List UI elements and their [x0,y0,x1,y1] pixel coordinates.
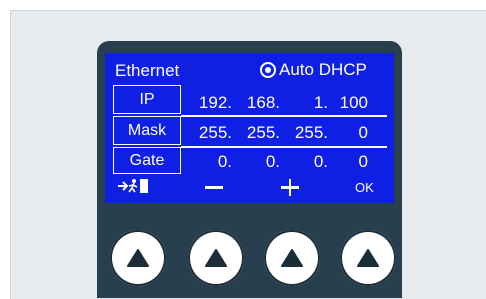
up-triangle-icon [281,249,303,267]
up-triangle-icon [205,249,227,267]
gate-label: Gate [129,151,165,169]
octet: 1. [313,93,328,112]
octet: 0. [217,152,232,171]
ip-value-row[interactable]: 192. 168. 1. 100 [195,93,380,113]
octet: 0. [313,152,328,171]
radio-selected-icon [260,61,276,78]
softkey-button-4[interactable] [340,230,396,286]
exit-icon [118,179,148,193]
octet: 255. [246,123,280,142]
softkey-button-3[interactable] [264,230,320,286]
octet: 255. [294,123,328,142]
softkey-button-1[interactable] [110,230,166,286]
ip-label-box: IP [113,85,181,114]
up-triangle-icon [357,249,379,267]
softkey-bar: OK [105,176,394,198]
screen-title: Ethernet [115,61,180,80]
softkey-button-2[interactable] [188,230,244,286]
auto-dhcp-option[interactable]: Auto DHCP [260,61,367,78]
ok-label: OK [355,180,374,195]
octet: 255. [198,123,232,142]
auto-dhcp-label: Auto DHCP [279,60,367,79]
up-triangle-icon [127,249,149,267]
octet: 168. [246,93,280,112]
octet: 192. [198,93,232,112]
mask-label-box: Mask [113,116,181,145]
octet: 0 [358,123,368,142]
octet: 0 [358,152,368,171]
plus-icon-vertical [288,179,292,196]
divider-line [181,146,387,148]
mask-label: Mask [127,121,167,139]
octet: 0. [265,152,280,171]
divider-line [181,115,387,117]
minus-icon [205,186,223,189]
lcd-screen: Ethernet Auto DHCP IP Mask Gate 192. 168… [105,53,394,203]
octet: 100 [339,93,368,112]
gate-value-row[interactable]: 0. 0. 0. 0 [195,152,380,172]
mask-value-row[interactable]: 255. 255. 255. 0 [195,123,380,143]
gate-label-box: Gate [113,147,181,174]
ip-label: IP [139,90,155,108]
